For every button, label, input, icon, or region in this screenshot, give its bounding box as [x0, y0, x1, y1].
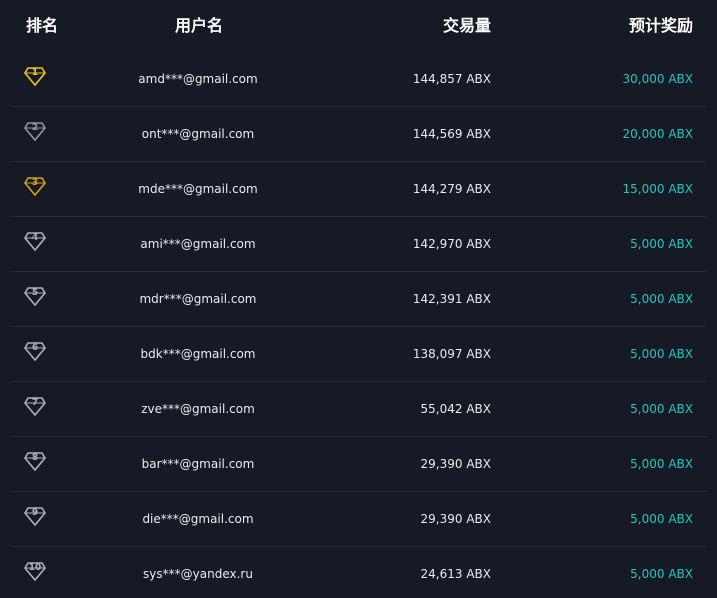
rank-badge-icon: 6	[24, 340, 46, 362]
reward-cell: 20,000 ABX	[622, 127, 693, 141]
volume-cell: 142,391 ABX	[412, 292, 491, 306]
volume-cell: 29,390 ABX	[420, 457, 491, 471]
volume-cell: 29,390 ABX	[420, 512, 491, 526]
rank-badge-icon: 8	[24, 450, 46, 472]
reward-cell: 5,000 ABX	[630, 237, 693, 251]
rank-number: 8	[31, 453, 39, 463]
reward-column-header: 预计奖励	[628, 16, 693, 35]
table-row: 2 ont***@gmail.com 144,569 ABX 20,000 AB…	[10, 107, 707, 162]
rank-badge-icon: 7	[24, 395, 46, 417]
volume-cell: 142,970 ABX	[412, 237, 491, 251]
rank-number: 10	[28, 563, 42, 573]
username-column-header: 用户名	[174, 16, 223, 35]
rank-badge-icon: 5	[24, 285, 46, 307]
volume-cell: 55,042 ABX	[420, 402, 491, 416]
reward-cell: 5,000 ABX	[630, 457, 693, 471]
table-row: 5 mdr***@gmail.com 142,391 ABX 5,000 ABX	[10, 272, 707, 327]
rank-badge-icon: 3	[24, 175, 46, 197]
rank-number: 4	[31, 233, 39, 243]
volume-cell: 144,569 ABX	[412, 127, 491, 141]
username-cell: ont***@gmail.com	[141, 127, 255, 141]
volume-cell: 144,279 ABX	[412, 182, 491, 196]
username-cell: zve***@gmail.com	[141, 402, 255, 416]
table-row: 10 sys***@yandex.ru 24,613 ABX 5,000 ABX	[10, 547, 707, 598]
reward-cell: 5,000 ABX	[630, 402, 693, 416]
username-cell: sys***@yandex.ru	[143, 567, 253, 581]
table-row: 7 zve***@gmail.com 55,042 ABX 5,000 ABX	[10, 382, 707, 437]
rank-number: 9	[31, 508, 39, 518]
rank-number: 2	[31, 123, 39, 133]
reward-cell: 5,000 ABX	[630, 567, 693, 581]
volume-cell: 24,613 ABX	[420, 567, 491, 581]
rank-badge-icon: 1	[24, 65, 46, 87]
volume-cell: 144,857 ABX	[412, 72, 491, 86]
reward-cell: 30,000 ABX	[622, 72, 693, 86]
username-cell: die***@gmail.com	[142, 512, 254, 526]
table-row: 3 mde***@gmail.com 144,279 ABX 15,000 AB…	[10, 162, 707, 217]
table-row: 9 die***@gmail.com 29,390 ABX 5,000 ABX	[10, 492, 707, 547]
rank-badge-icon: 4	[24, 230, 46, 252]
username-cell: amd***@gmail.com	[138, 72, 258, 86]
reward-cell: 5,000 ABX	[630, 347, 693, 361]
rank-number: 1	[31, 68, 39, 78]
rank-badge-icon: 9	[24, 505, 46, 527]
rank-number: 6	[31, 343, 39, 353]
table-row: 4 ami***@gmail.com 142,970 ABX 5,000 ABX	[10, 217, 707, 272]
rank-number: 3	[31, 178, 39, 188]
rank-column-header: 排名	[26, 16, 59, 35]
reward-cell: 5,000 ABX	[630, 512, 693, 526]
rank-badge-icon: 10	[24, 560, 46, 582]
leaderboard-rows: 1 amd***@gmail.com 144,857 ABX 30,000 AB…	[0, 52, 717, 598]
rank-number: 5	[31, 288, 39, 298]
leaderboard: 排名 用户名 交易量 预计奖励 1 amd***@gmail.com 144,8…	[0, 0, 717, 598]
table-row: 6 bdk***@gmail.com 138,097 ABX 5,000 ABX	[10, 327, 707, 382]
username-cell: mde***@gmail.com	[138, 182, 258, 196]
volume-column-header: 交易量	[442, 16, 491, 35]
reward-cell: 5,000 ABX	[630, 292, 693, 306]
table-row: 1 amd***@gmail.com 144,857 ABX 30,000 AB…	[10, 52, 707, 107]
leaderboard-header: 排名 用户名 交易量 预计奖励	[0, 0, 717, 52]
reward-cell: 15,000 ABX	[622, 182, 693, 196]
username-cell: mdr***@gmail.com	[139, 292, 257, 306]
rank-badge-icon: 2	[24, 120, 46, 142]
table-row: 8 bar***@gmail.com 29,390 ABX 5,000 ABX	[10, 437, 707, 492]
username-cell: bar***@gmail.com	[141, 457, 255, 471]
rank-number: 7	[31, 398, 39, 408]
username-cell: ami***@gmail.com	[140, 237, 256, 251]
username-cell: bdk***@gmail.com	[140, 347, 256, 361]
volume-cell: 138,097 ABX	[412, 347, 491, 361]
